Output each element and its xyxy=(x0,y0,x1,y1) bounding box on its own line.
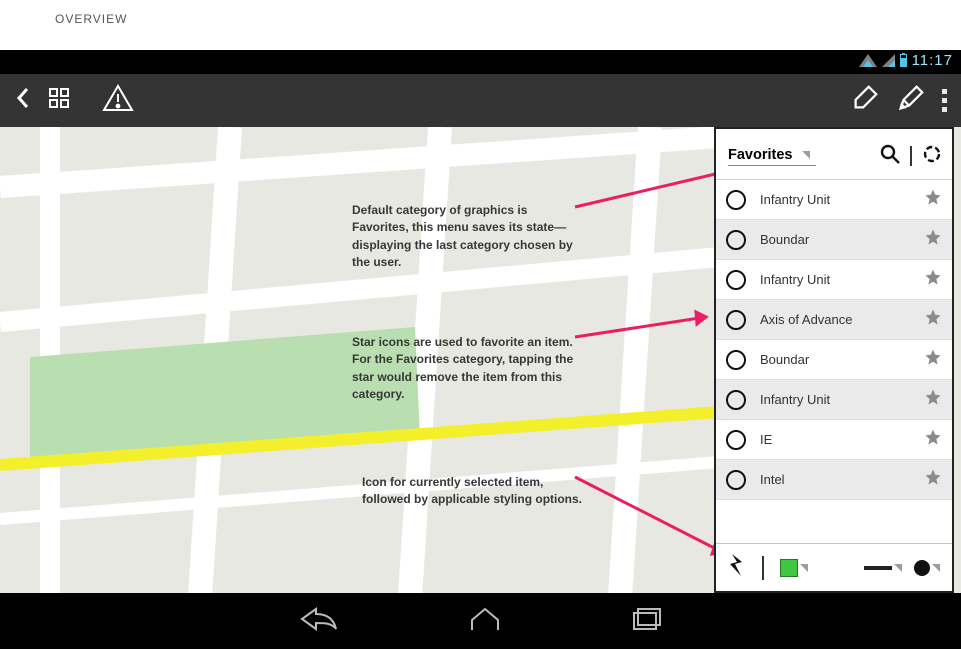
item-label: Infantry Unit xyxy=(760,192,910,207)
item-label: Axis of Advance xyxy=(760,312,910,327)
app-toolbar xyxy=(0,74,961,127)
list-item[interactable]: Infantry Unit xyxy=(716,180,952,220)
nav-back-icon[interactable] xyxy=(300,606,338,637)
warning-icon[interactable] xyxy=(102,83,134,118)
favorite-star-icon[interactable] xyxy=(924,388,942,411)
color-swatch-icon xyxy=(780,559,798,577)
favorite-star-icon[interactable] xyxy=(924,428,942,451)
android-nav-bar xyxy=(0,593,961,649)
symbol-icon xyxy=(726,310,746,330)
nav-home-icon[interactable] xyxy=(468,606,502,637)
symbol-icon xyxy=(726,470,746,490)
eraser-tool-icon[interactable] xyxy=(850,83,880,118)
divider xyxy=(762,556,764,580)
point-style-picker[interactable] xyxy=(914,560,940,576)
style-footer xyxy=(716,543,952,591)
item-label: Infantry Unit xyxy=(760,272,910,287)
favorite-star-icon[interactable] xyxy=(924,188,942,211)
divider xyxy=(910,146,912,166)
graphics-list[interactable]: Infantry Unit Boundar Infantry Unit Axis… xyxy=(716,179,952,543)
symbol-icon xyxy=(726,430,746,450)
search-icon[interactable] xyxy=(880,144,900,169)
dropdown-icon xyxy=(802,151,810,159)
category-selector[interactable]: Favorites xyxy=(728,147,816,166)
android-status-bar: 11:17 xyxy=(0,50,961,74)
battery-icon xyxy=(900,54,907,67)
favorite-star-icon[interactable] xyxy=(924,228,942,251)
fill-color-picker[interactable] xyxy=(780,559,808,577)
symbol-icon xyxy=(726,350,746,370)
selected-symbol-icon[interactable] xyxy=(728,552,746,583)
dropdown-icon xyxy=(800,564,808,572)
wifi-icon xyxy=(859,54,877,67)
list-item[interactable]: Boundar xyxy=(716,340,952,380)
clock-text: 11:17 xyxy=(912,52,953,69)
signal-icon xyxy=(882,54,895,67)
item-label: Boundar xyxy=(760,352,910,367)
line-swatch-icon xyxy=(864,566,892,570)
item-label: Infantry Unit xyxy=(760,392,910,407)
item-label: IE xyxy=(760,432,910,447)
overflow-menu-icon[interactable] xyxy=(942,88,947,114)
dot-swatch-icon xyxy=(914,560,930,576)
symbol-icon xyxy=(726,230,746,250)
annotation-category: Default category of graphics is Favorite… xyxy=(352,202,582,272)
symbol-icon xyxy=(726,190,746,210)
dropdown-icon xyxy=(932,564,940,572)
doc-tab-overview: OVERVIEW xyxy=(55,12,127,26)
apps-grid-icon[interactable] xyxy=(48,87,70,114)
line-style-picker[interactable] xyxy=(864,564,902,572)
list-item[interactable]: Infantry Unit xyxy=(716,380,952,420)
dropdown-icon xyxy=(894,564,902,572)
list-item[interactable]: Infantry Unit xyxy=(716,260,952,300)
list-item[interactable]: Boundar xyxy=(716,220,952,260)
item-label: Boundar xyxy=(760,232,910,247)
nav-recent-icon[interactable] xyxy=(632,607,662,636)
list-item[interactable]: Intel xyxy=(716,460,952,500)
annotation-star: Star icons are used to favorite an item.… xyxy=(352,334,582,404)
back-icon[interactable] xyxy=(14,85,32,116)
list-item[interactable]: Axis of Advance xyxy=(716,300,952,340)
graphics-panel: Favorites Infantry Unit Boundar Infantry… xyxy=(714,127,954,593)
target-icon[interactable] xyxy=(922,144,942,169)
list-item[interactable]: IE xyxy=(716,420,952,460)
favorite-star-icon[interactable] xyxy=(924,348,942,371)
item-label: Intel xyxy=(760,472,910,487)
symbol-icon xyxy=(726,270,746,290)
annotation-selection: Icon for currently selected item, follow… xyxy=(362,474,592,509)
favorite-star-icon[interactable] xyxy=(924,268,942,291)
favorite-star-icon[interactable] xyxy=(924,308,942,331)
category-label: Favorites xyxy=(728,147,792,163)
symbol-icon xyxy=(726,390,746,410)
favorite-star-icon[interactable] xyxy=(924,468,942,491)
pencil-tool-icon[interactable] xyxy=(896,83,926,118)
